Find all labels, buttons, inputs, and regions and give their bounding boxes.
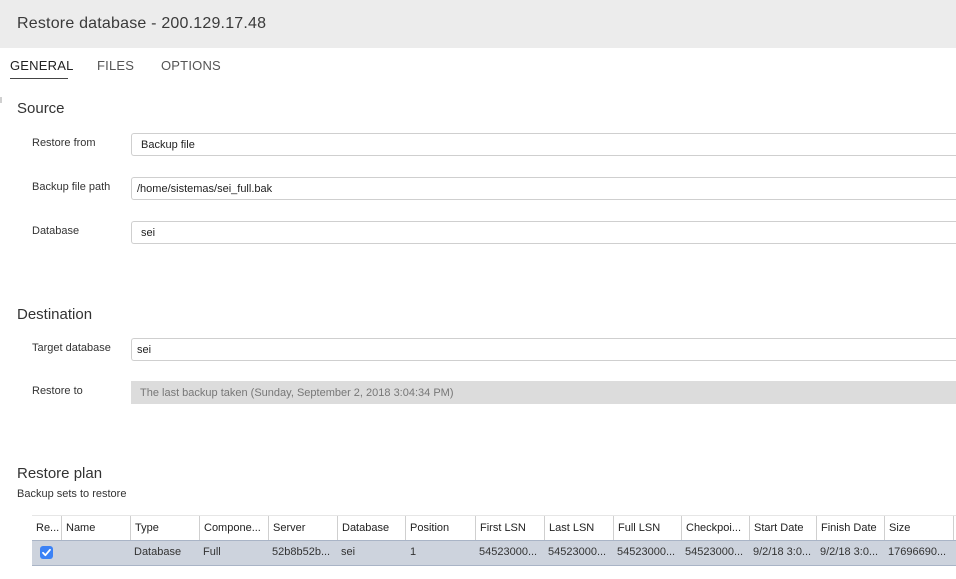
restore-plan-section-title: Restore plan <box>17 465 103 482</box>
tab-bar: GENERAL FILES OPTIONS <box>0 48 956 82</box>
restore-checkbox[interactable] <box>40 546 53 559</box>
window-title: Restore database - 200.129.17.48 <box>17 15 267 32</box>
restore-to-value: The last backup taken (Sunday, September… <box>140 387 454 399</box>
backup-sets-subtitle: Backup sets to restore <box>17 488 127 500</box>
column-header-position[interactable]: Position <box>406 516 476 540</box>
column-header-last-lsn[interactable]: Last LSN <box>545 516 614 540</box>
target-database-label: Target database <box>32 342 111 354</box>
column-header-server[interactable]: Server <box>269 516 338 540</box>
backup-file-path-value: /home/sistemas/sei_full.bak <box>137 183 273 195</box>
cell-type: Database <box>134 546 182 558</box>
checkmark-icon <box>42 548 51 557</box>
cell-component: Full <box>203 546 221 558</box>
cell-database: sei <box>341 546 356 558</box>
source-database-value: sei <box>141 227 156 239</box>
column-header-component[interactable]: Compone... <box>200 516 269 540</box>
restore-to-field: The last backup taken (Sunday, September… <box>131 381 956 404</box>
restore-from-value: Backup file <box>141 139 195 151</box>
target-database-input[interactable]: sei <box>131 338 956 361</box>
column-header-restore[interactable]: Re... <box>32 516 62 540</box>
column-header-first-lsn[interactable]: First LSN <box>476 516 545 540</box>
backup-file-path-label: Backup file path <box>32 181 111 193</box>
cell-last-lsn: 54523000... <box>548 546 607 558</box>
source-section-title: Source <box>17 100 65 117</box>
active-tab-indicator <box>10 78 68 79</box>
backup-file-path-input[interactable]: /home/sistemas/sei_full.bak <box>131 177 956 200</box>
column-header-size[interactable]: Size <box>885 516 954 540</box>
restore-from-label: Restore from <box>32 137 96 149</box>
column-header-start-date[interactable]: Start Date <box>750 516 817 540</box>
column-header-name[interactable]: Name <box>62 516 131 540</box>
cell-first-lsn: 54523000... <box>479 546 538 558</box>
title-bar: Restore database - 200.129.17.48 <box>0 0 956 48</box>
table-row[interactable]: Database Full 52b8b52b... sei 1 54523000… <box>32 540 956 566</box>
cell-size: 17696690... <box>888 546 947 558</box>
tab-general[interactable]: GENERAL <box>10 58 74 73</box>
source-database-select[interactable]: sei <box>131 221 956 244</box>
cell-start-date: 9/2/18 3:0... <box>753 546 812 558</box>
column-header-finish-date[interactable]: Finish Date <box>817 516 885 540</box>
column-header-full-lsn[interactable]: Full LSN <box>614 516 682 540</box>
source-database-label: Database <box>32 225 80 237</box>
edge-marker <box>0 97 2 103</box>
cell-server: 52b8b52b... <box>272 546 331 558</box>
cell-position: 1 <box>410 546 417 558</box>
restore-from-select[interactable]: Backup file <box>131 133 956 156</box>
restore-to-label: Restore to <box>32 385 83 397</box>
column-header-checkpoint-lsn[interactable]: Checkpoi... <box>682 516 750 540</box>
cell-checkpoint-lsn: 54523000... <box>685 546 744 558</box>
destination-section-title: Destination <box>17 306 93 323</box>
tab-files[interactable]: FILES <box>97 58 134 73</box>
cell-finish-date: 9/2/18 3:0... <box>820 546 879 558</box>
tab-options[interactable]: OPTIONS <box>161 58 221 73</box>
target-database-value: sei <box>137 344 152 356</box>
backup-sets-table: Re... Name Type Compone... Server Databa… <box>32 515 956 567</box>
column-header-database[interactable]: Database <box>338 516 406 540</box>
cell-full-lsn: 54523000... <box>617 546 676 558</box>
cell-name <box>64 541 130 563</box>
table-header: Re... Name Type Compone... Server Databa… <box>32 515 956 540</box>
column-header-type[interactable]: Type <box>131 516 200 540</box>
